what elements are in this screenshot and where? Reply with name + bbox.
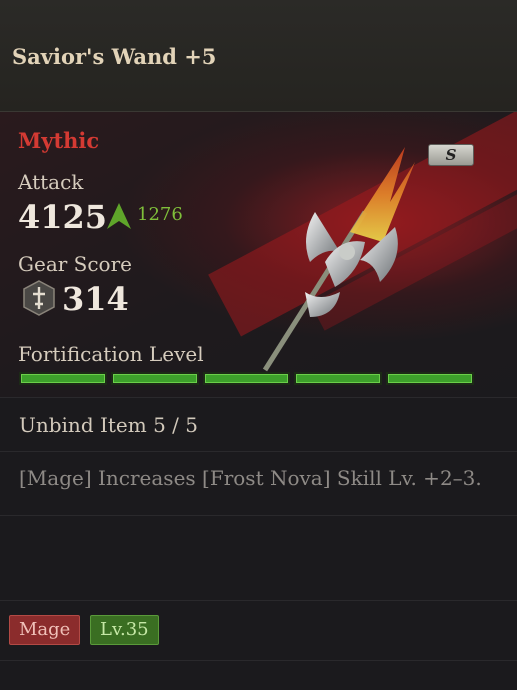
item-title: Savior's Wand +5 [12,44,217,69]
fortification-label: Fortification Level [18,342,204,366]
increase-arrow-icon [107,203,131,229]
fortification-segment [110,372,199,385]
rarity-label: Mythic [18,128,100,153]
fortification-segment [386,372,474,385]
attack-delta: 1276 [137,204,183,225]
attack-label: Attack [18,170,84,194]
effect-row: [Mage] Increases [Frost Nova] Skill Lv. … [0,451,517,515]
class-tag: Mage [9,615,81,645]
footer-row [0,660,517,690]
wand-icon [262,147,415,372]
fortification-segment [202,372,291,385]
unbind-row: Unbind Item 5 / 5 [0,397,517,451]
fortification-segment [294,372,383,385]
gear-score-value: 314 [62,280,129,318]
spacer-row [0,515,517,600]
unbind-text: Unbind Item 5 / 5 [19,413,198,437]
fortification-segment [19,372,107,385]
gear-score-icon [23,280,55,316]
level-tag: Lv.35 [90,615,159,645]
gear-score-label: Gear Score [18,252,132,276]
fortification-bar [19,372,474,385]
item-hero-panel: S Mythic Attack 4125 1276 Gear Score 314… [0,112,517,397]
grade-badge: S [428,144,474,166]
item-header: Savior's Wand +5 [0,0,517,112]
effect-text: [Mage] Increases [Frost Nova] Skill Lv. … [19,466,482,490]
attack-value: 4125 [18,198,108,236]
